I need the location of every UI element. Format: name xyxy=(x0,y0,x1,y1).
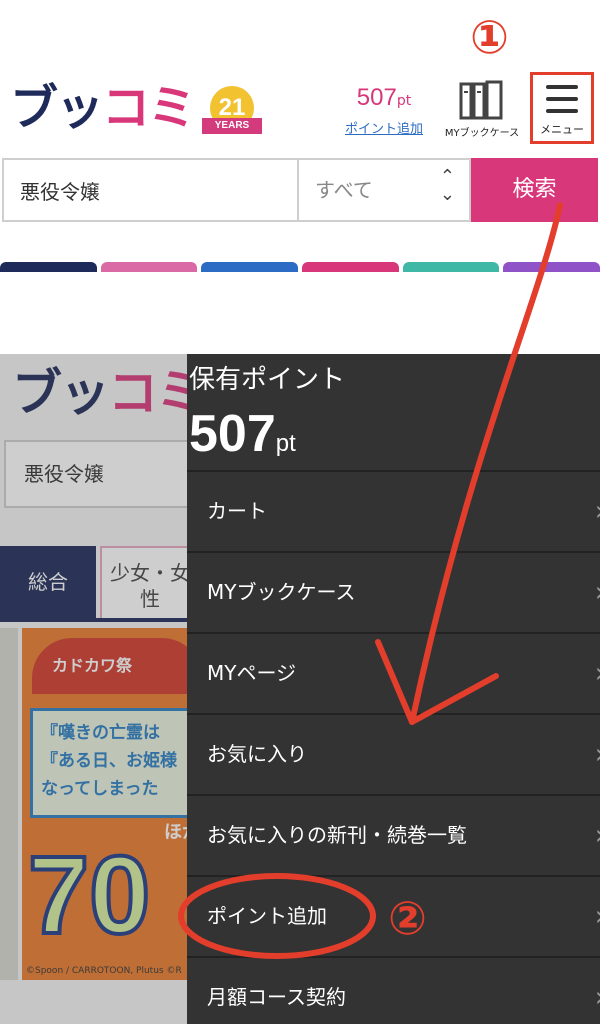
color-tab-1[interactable] xyxy=(0,262,97,272)
chevron-right-icon: › xyxy=(595,634,600,712)
menu-item-label: MYページ xyxy=(207,661,297,685)
color-tab-3[interactable] xyxy=(201,262,299,272)
add-points-link[interactable]: ポイント追加 xyxy=(340,118,428,137)
select-chevron-icon: ⌃ ⌄ xyxy=(439,166,455,205)
chevron-right-icon: › xyxy=(595,472,600,550)
menu-item[interactable]: ポイント追加 › xyxy=(187,875,600,956)
color-tab-6[interactable] xyxy=(503,262,600,272)
color-tab-5[interactable] xyxy=(402,262,500,272)
step1-annotation: ① xyxy=(470,10,509,64)
menu-item[interactable]: 月額コース契約 › xyxy=(187,956,600,1024)
side-points-value: 507 xyxy=(189,405,276,463)
menu-item[interactable]: お気に入り › xyxy=(187,713,600,794)
menu-item[interactable]: カート › xyxy=(187,470,600,551)
menu-item-label: カート xyxy=(207,499,267,523)
menu-item[interactable]: MYブックケース › xyxy=(187,551,600,632)
points-unit: pt xyxy=(396,93,412,109)
points-heading: 保有ポイント xyxy=(189,365,346,395)
chevron-right-icon: › xyxy=(595,877,600,955)
side-menu-list: カート›MYブックケース›MYページ›お気に入り›お気に入りの新刊・続巻一覧›ポ… xyxy=(187,470,600,1024)
brand-logo[interactable]: ブッ コミ xyxy=(10,80,196,136)
menu-button[interactable]: メニュー xyxy=(530,72,594,144)
search-input[interactable] xyxy=(2,158,297,222)
side-points-unit: pt xyxy=(275,430,296,457)
points-summary: 507pt ポイント追加 xyxy=(340,84,428,137)
category-selected: すべて xyxy=(315,178,373,202)
bookcase-icon xyxy=(459,80,503,120)
bookcase-label: MYブックケース xyxy=(444,128,520,139)
chevron-right-icon: › xyxy=(595,553,600,631)
anniversary-label: YEARS xyxy=(202,118,262,134)
menu-label: メニュー xyxy=(540,123,584,136)
color-tab-2[interactable] xyxy=(100,262,198,272)
chevron-right-icon: › xyxy=(595,796,600,874)
menu-item[interactable]: MYページ › xyxy=(187,632,600,713)
logo-text-part2: コミ xyxy=(102,80,196,136)
chevron-right-icon: › xyxy=(595,715,600,793)
menu-item-label: お気に入りの新刊・続巻一覧 xyxy=(207,823,467,847)
search-button[interactable]: 検索 xyxy=(471,158,598,222)
dim-overlay[interactable] xyxy=(0,354,187,1024)
points-value: 507 xyxy=(356,84,397,111)
menu-item-label: MYブックケース xyxy=(207,580,356,604)
menu-item-label: お気に入り xyxy=(207,742,307,766)
category-select[interactable]: すべて ⌃ ⌄ xyxy=(297,158,471,222)
logo-text-part1: ブッ xyxy=(10,80,104,136)
category-color-tabs xyxy=(0,262,600,272)
search-bar: すべて ⌃⌄ 検索 xyxy=(2,158,598,222)
chevron-right-icon: › xyxy=(595,958,600,1024)
menu-item-label: ポイント追加 xyxy=(207,904,327,928)
menu-item-label: 月額コース契約 xyxy=(207,985,346,1009)
anniversary-badge: 21 YEARS xyxy=(202,86,262,142)
side-points: 507pt xyxy=(189,404,296,474)
hamburger-icon xyxy=(546,85,578,121)
side-menu: 保有ポイント 507pt カート›MYブックケース›MYページ›お気に入り›お気… xyxy=(187,354,600,1024)
color-tab-4[interactable] xyxy=(302,262,399,272)
my-bookcase-button[interactable]: MYブックケース xyxy=(444,80,520,139)
menu-item[interactable]: お気に入りの新刊・続巻一覧 › xyxy=(187,794,600,875)
